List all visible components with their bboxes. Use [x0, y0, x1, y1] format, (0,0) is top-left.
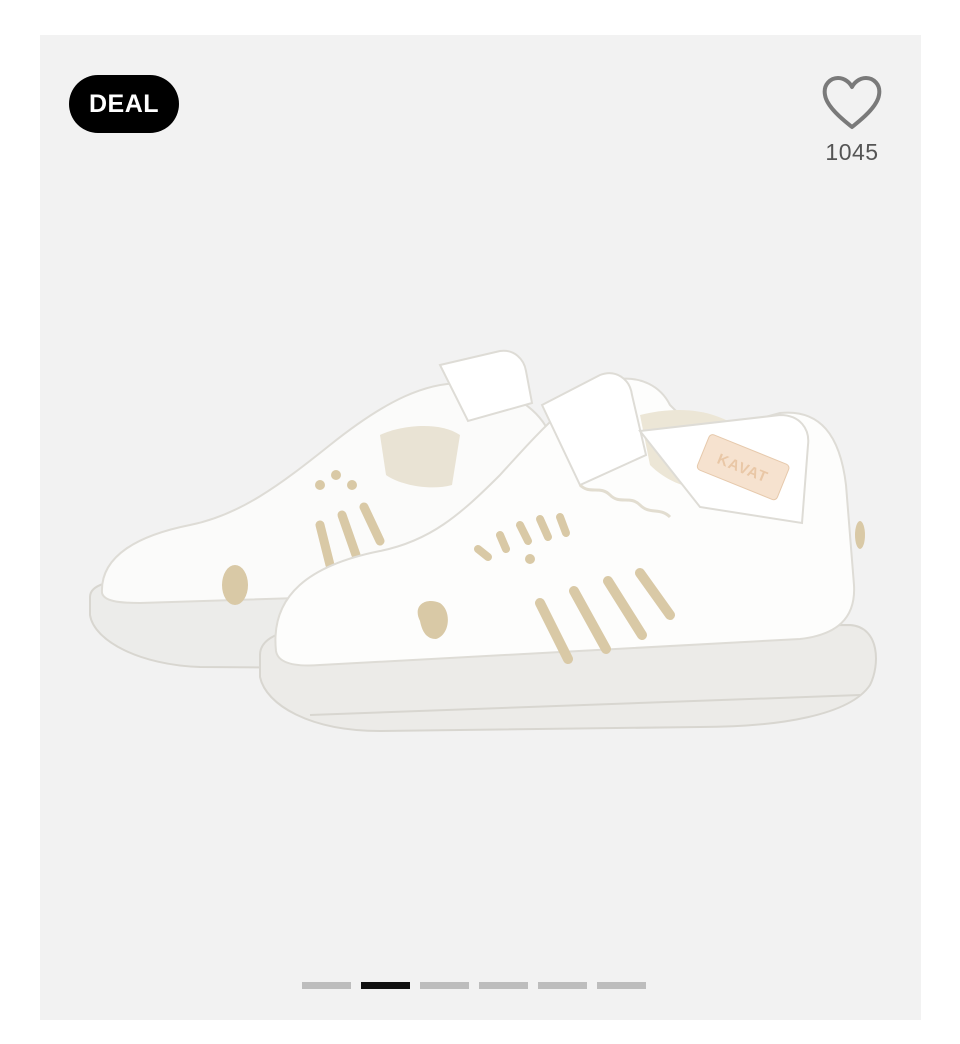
product-gallery[interactable]: DEAL 1045 KAVAT [40, 35, 921, 1020]
deal-badge: DEAL [69, 75, 180, 133]
heart-outline-icon [822, 76, 882, 129]
carousel-dot[interactable] [538, 982, 587, 989]
favorite-button[interactable]: 1045 [820, 75, 884, 166]
carousel-dot[interactable] [597, 982, 646, 989]
carousel-dot[interactable] [420, 982, 469, 989]
carousel-dot[interactable] [302, 982, 351, 989]
carousel-indicators [302, 982, 646, 989]
favorite-count: 1045 [825, 139, 879, 165]
carousel-dot[interactable] [479, 982, 528, 989]
product-image: KAVAT [89, 349, 877, 733]
carousel-dot[interactable] [361, 982, 410, 989]
